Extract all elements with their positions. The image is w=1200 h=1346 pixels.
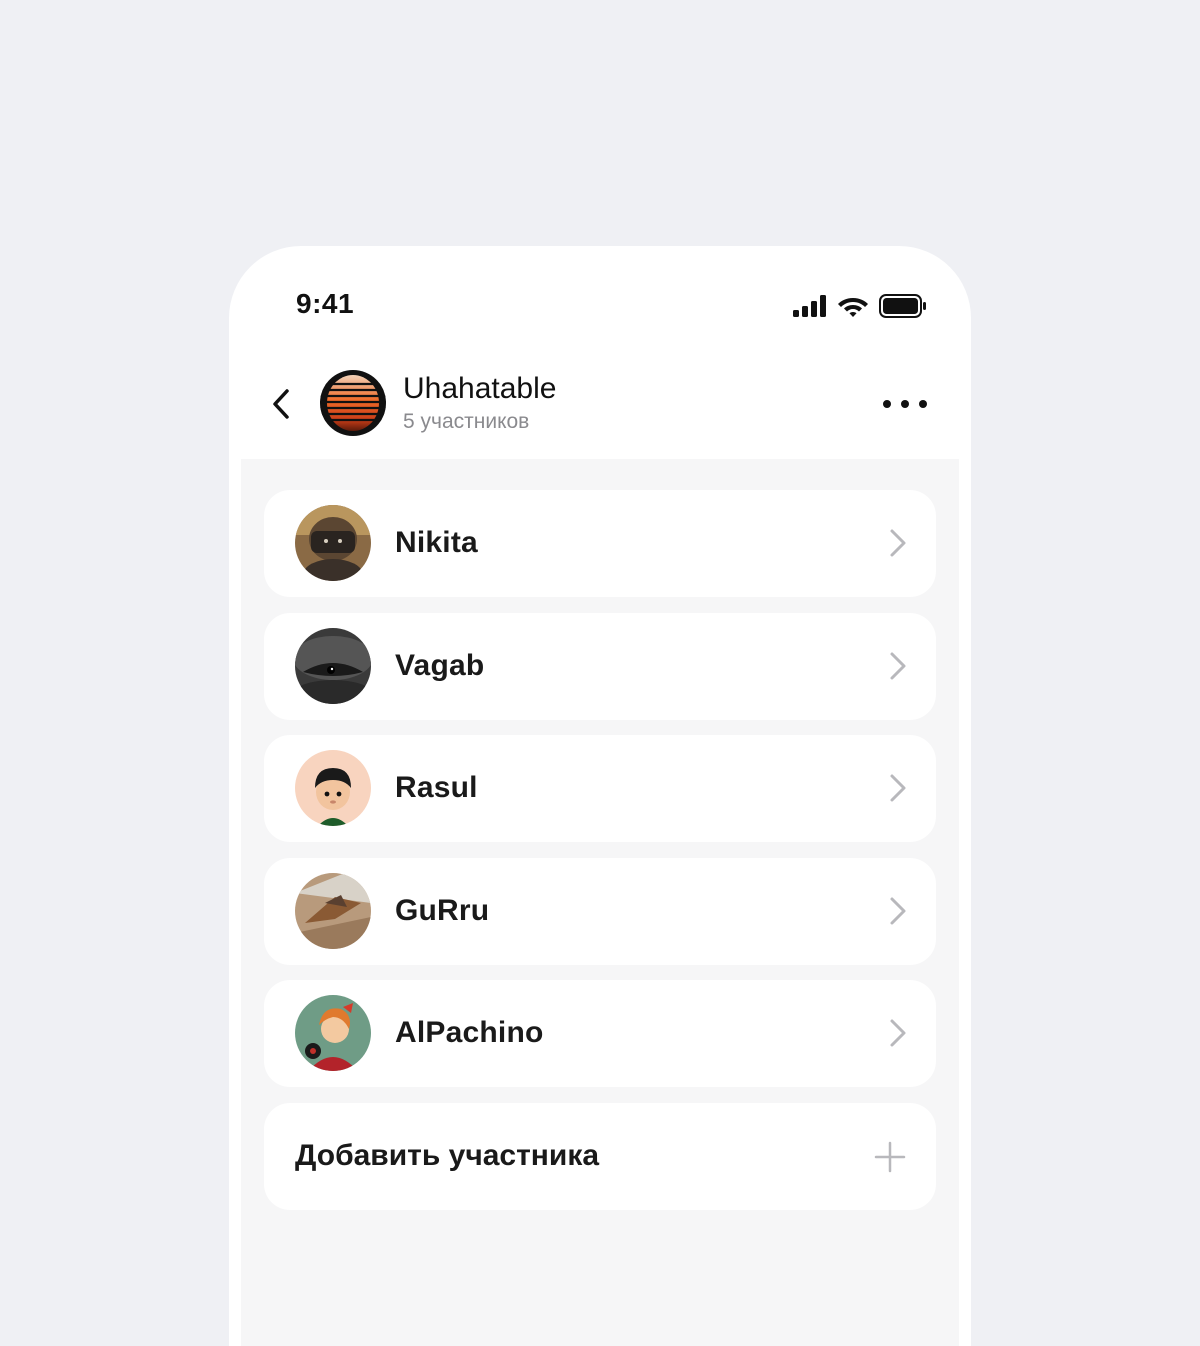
avatar xyxy=(295,627,371,704)
group-avatar[interactable] xyxy=(320,370,386,436)
back-button[interactable] xyxy=(263,382,299,426)
member-row-gurru[interactable]: GuRru xyxy=(264,857,936,965)
back-arrow-icon xyxy=(273,389,289,419)
avatar xyxy=(295,995,371,1071)
member-row-alpachino[interactable]: AlPachino xyxy=(264,980,936,1087)
member-name: AlPachino xyxy=(395,1016,544,1049)
battery-icon xyxy=(879,294,926,318)
chevron-right-icon xyxy=(890,897,906,924)
more-options-button[interactable] xyxy=(883,390,927,418)
status-time: 9:41 xyxy=(296,288,355,319)
avatar xyxy=(295,750,371,826)
member-row-nikita[interactable]: Nikita xyxy=(264,490,936,597)
member-name: Rasul xyxy=(395,771,478,804)
add-member-label: Добавить участника xyxy=(295,1138,600,1172)
member-name: GuRru xyxy=(395,893,490,927)
member-name: Vagab xyxy=(395,648,485,682)
chevron-right-icon xyxy=(890,774,906,802)
chevron-right-icon xyxy=(890,652,906,679)
signal-icon xyxy=(793,295,826,317)
group-title: Uhahatable xyxy=(403,372,557,405)
member-name: Nikita xyxy=(395,526,478,559)
wifi-icon xyxy=(838,298,868,317)
members-panel: Nikita Vagab Rasul GuRru AlPachino Добав… xyxy=(241,459,959,1346)
avatar xyxy=(295,505,371,581)
status-bar: 9:41 xyxy=(229,246,971,356)
more-dots-icon xyxy=(883,400,891,408)
chat-header: Uhahatable 5 участников xyxy=(229,356,971,458)
member-count: 5 участников xyxy=(403,410,530,433)
plus-icon xyxy=(874,1141,906,1172)
chevron-right-icon xyxy=(890,529,906,557)
member-list: Nikita Vagab Rasul GuRru AlPachino Добав… xyxy=(264,490,936,1210)
chevron-right-icon xyxy=(890,1019,906,1047)
status-icons xyxy=(793,294,927,318)
phone-screen: 9:41 Uhahatable 5 участников Nikita Vaga… xyxy=(229,246,971,1346)
member-row-rasul[interactable]: Rasul xyxy=(264,735,936,842)
add-member-button[interactable]: Добавить участника xyxy=(264,1102,936,1210)
avatar xyxy=(295,872,371,949)
member-row-vagab[interactable]: Vagab xyxy=(264,612,936,720)
